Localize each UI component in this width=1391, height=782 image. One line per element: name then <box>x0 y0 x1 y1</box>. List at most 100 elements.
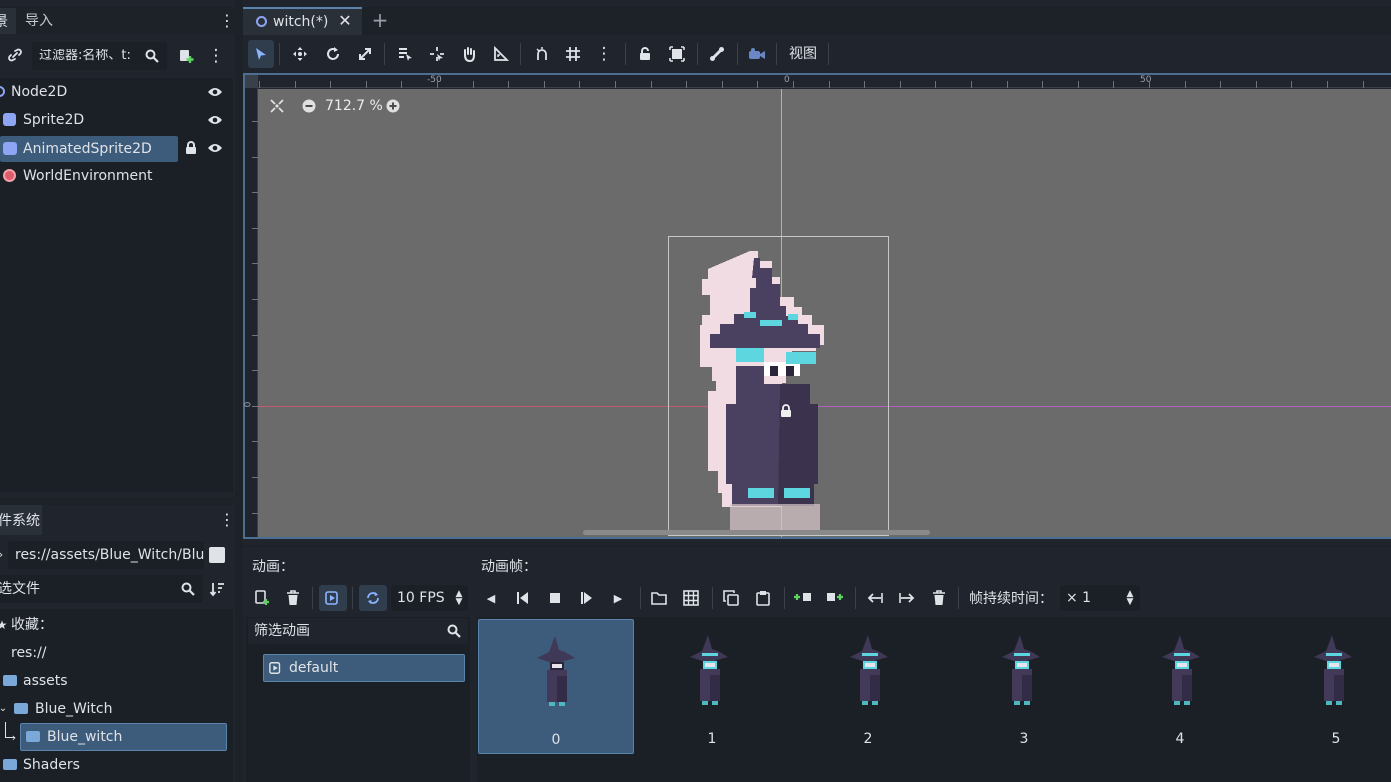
zoom-in-icon[interactable] <box>384 97 402 115</box>
spin-arrows-icon[interactable]: ▲ ▼ <box>1124 589 1136 607</box>
witch-sprite[interactable] <box>700 248 850 533</box>
scene-tab-witch[interactable]: witch(*) ✕ <box>243 7 362 35</box>
group-icon[interactable] <box>667 45 687 63</box>
frame-thumbnail[interactable]: 1 <box>634 619 790 754</box>
node2d-icon <box>256 16 267 27</box>
list-select-icon[interactable] <box>395 45 415 63</box>
h-scrollbar[interactable] <box>583 530 930 535</box>
frame-thumbnail[interactable]: 2 <box>790 619 946 754</box>
frame-sprite <box>690 635 728 705</box>
play-icon[interactable]: ▶ <box>609 589 627 607</box>
copy-icon[interactable] <box>721 589 741 607</box>
back-arrow-icon[interactable]: › <box>0 547 6 561</box>
frame-thumbnail[interactable]: 5 <box>1258 619 1391 754</box>
file-filter-placeholder: 选文件 <box>0 581 40 597</box>
frame-index: 1 <box>707 731 717 747</box>
close-icon[interactable]: ✕ <box>337 12 353 30</box>
camera-override-icon[interactable] <box>747 45 767 63</box>
spin-arrows-icon[interactable]: ▲ ▼ <box>453 589 465 607</box>
lock-icon[interactable] <box>635 45 655 63</box>
tree-node-animatedsprite2d[interactable]: AnimatedSprite2D <box>0 135 233 162</box>
sort-icon[interactable] <box>208 580 226 598</box>
add-script-icon[interactable] <box>177 47 195 65</box>
visibility-eye-icon[interactable] <box>206 112 224 128</box>
dock-menu-icon[interactable]: ⋮ <box>219 12 235 30</box>
file-tree-item-shaders[interactable]: Shaders <box>0 752 233 778</box>
frame-duration-spinbox[interactable]: × 1 ▲ ▼ <box>1060 585 1140 611</box>
move-right-icon[interactable] <box>897 589 917 607</box>
stop-icon[interactable] <box>545 589 565 607</box>
toolbar-separator <box>312 587 313 609</box>
frame-thumbnail[interactable]: 3 <box>946 619 1102 754</box>
visibility-eye-icon[interactable] <box>206 84 224 100</box>
select-tool-button[interactable] <box>248 40 274 68</box>
frame-thumbnail[interactable]: 4 <box>1102 619 1258 754</box>
frame-thumbnail[interactable]: 0 <box>478 619 634 754</box>
frame-index: 5 <box>1331 731 1341 747</box>
dock-menu-icon[interactable]: ⋮ <box>219 511 235 529</box>
chevron-right-icon[interactable]: › <box>9 730 19 744</box>
tree-node-node2d[interactable]: Node2D <box>0 79 233 105</box>
loop-button[interactable] <box>359 585 387 611</box>
move-tool-icon[interactable] <box>290 45 310 63</box>
load-frames-icon[interactable] <box>649 589 669 607</box>
new-animation-icon[interactable] <box>252 589 272 607</box>
add-tab-icon[interactable]: + <box>371 10 389 30</box>
frame-duration-value: × 1 <box>1066 590 1092 606</box>
pivot-tool-icon[interactable] <box>427 45 447 63</box>
delete-animation-icon[interactable] <box>283 589 303 607</box>
more-icon[interactable]: ⋮ <box>208 46 225 66</box>
autoplay-button[interactable] <box>319 585 347 611</box>
paste-icon[interactable] <box>753 589 773 607</box>
smart-snap-icon[interactable] <box>532 45 552 63</box>
zoom-level[interactable]: 712.7 % <box>325 99 383 113</box>
insert-before-icon[interactable] <box>793 589 813 607</box>
filesystem-tab[interactable]: 件系统 <box>0 505 42 535</box>
toolbar-separator <box>958 587 959 609</box>
filesystem-path-input[interactable]: res://assets/Blue_Witch/Blu <box>8 541 204 569</box>
play-backwards-icon[interactable]: ◀ <box>482 589 500 607</box>
tree-node-worldenvironment[interactable]: WorldEnvironment <box>0 163 233 189</box>
zoom-out-icon[interactable] <box>300 97 318 115</box>
move-left-icon[interactable] <box>865 589 885 607</box>
scale-tool-icon[interactable] <box>355 45 375 63</box>
file-tree-item-res[interactable]: res:// <box>0 640 233 666</box>
play-backwards-from-end-icon[interactable] <box>513 589 533 607</box>
scene-filter-placeholder: 过滤器:名称、t: <box>39 49 131 62</box>
sprite-sheet-icon[interactable] <box>681 589 701 607</box>
insert-after-icon[interactable] <box>825 589 845 607</box>
tab-scene[interactable]: 景 <box>0 8 16 34</box>
zoom-reset-icon[interactable] <box>268 97 286 115</box>
fps-spinbox[interactable]: 10 FPS ▲ ▼ <box>391 585 468 611</box>
tree-node-sprite2d[interactable]: Sprite2D <box>0 107 233 133</box>
snap-options-icon[interactable]: ⋮ <box>596 44 613 64</box>
file-tree-label: res:// <box>11 645 47 661</box>
file-tree-item-assets[interactable]: assets <box>0 668 233 694</box>
ruler-tick <box>1327 81 1328 88</box>
bone-icon[interactable] <box>707 45 727 63</box>
view-menu[interactable]: 视图 <box>789 47 817 61</box>
grid-snap-icon[interactable] <box>563 45 583 63</box>
pan-tool-icon[interactable] <box>459 45 479 63</box>
frame-sprite <box>1314 635 1352 705</box>
tab-scene-label: 景 <box>0 14 8 30</box>
file-tree-item-blue-witch[interactable]: ⌄ Blue_Witch <box>0 696 233 722</box>
folder-icon <box>3 759 17 770</box>
animation-item-default[interactable]: default <box>263 654 465 682</box>
scene-filter-input[interactable]: 过滤器:名称、t: <box>32 42 167 70</box>
rotate-tool-icon[interactable] <box>323 45 343 63</box>
tab-import[interactable]: 导入 <box>25 14 53 28</box>
link-icon[interactable] <box>6 46 24 64</box>
split-view-icon[interactable] <box>209 547 225 563</box>
delete-frame-icon[interactable] <box>929 589 949 607</box>
visibility-eye-icon[interactable] <box>206 140 224 156</box>
lock-icon[interactable] <box>183 140 199 156</box>
toolbar-separator <box>640 587 641 609</box>
animation-filter-input[interactable]: 筛选动画 <box>248 618 468 644</box>
file-filter-input[interactable]: 选文件 <box>0 575 203 603</box>
chevron-down-icon[interactable]: ⌄ <box>0 702 8 716</box>
file-tree-item-blue-witch-sub[interactable]: › Blue_witch <box>0 723 233 751</box>
play-from-start-icon[interactable] <box>577 589 597 607</box>
ruler-tool-icon[interactable] <box>491 45 511 63</box>
toolbar-separator <box>352 587 353 609</box>
